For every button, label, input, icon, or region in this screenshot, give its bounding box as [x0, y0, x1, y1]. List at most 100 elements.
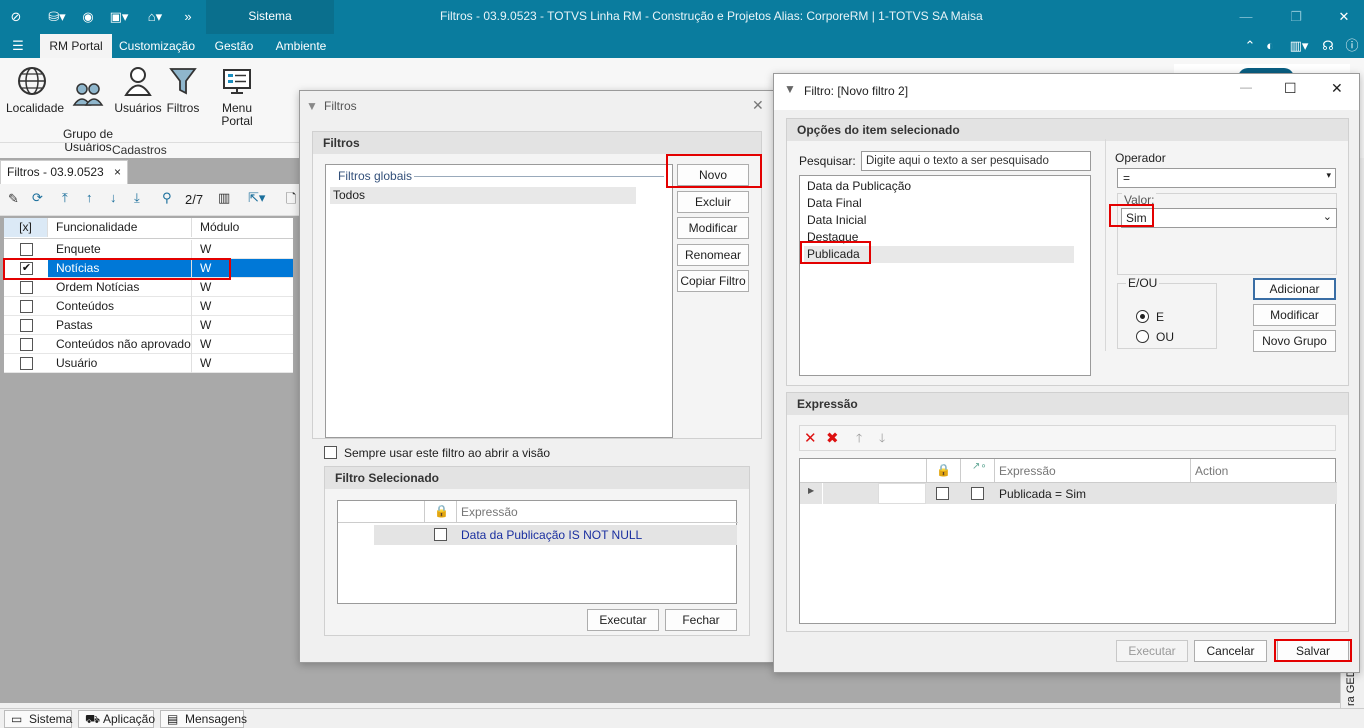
- arrow-down-icon[interactable]: ↓: [110, 190, 117, 205]
- status-tab-mensagens[interactable]: ▤ Mensagens: [160, 710, 247, 728]
- close-icon[interactable]: ✕: [752, 97, 764, 114]
- adicionar-button[interactable]: Adicionar: [1253, 278, 1336, 300]
- header-select[interactable]: [x]: [4, 218, 48, 237]
- table-row[interactable]: Conteúdos W: [4, 297, 293, 316]
- minimize-icon[interactable]: —: [1240, 80, 1252, 94]
- maximize-icon[interactable]: ☐: [1284, 80, 1297, 97]
- modificar-button[interactable]: Modificar: [677, 217, 749, 239]
- chevron-up-icon[interactable]: ⌃: [1242, 38, 1258, 54]
- delete-icon[interactable]: ✕: [804, 429, 817, 447]
- close-icon[interactable]: ✕: [1331, 80, 1343, 97]
- screen-icon[interactable]: ▣▾: [106, 9, 132, 25]
- table-row[interactable]: Ordem Notícias W: [4, 278, 293, 297]
- row-checkbox[interactable]: [20, 281, 33, 294]
- row-checkbox[interactable]: [20, 319, 33, 332]
- delete-all-icon[interactable]: ✖: [826, 429, 839, 447]
- always-use-checkbox[interactable]: [324, 446, 337, 459]
- expr-header: Expressão: [999, 464, 1056, 478]
- last-icon[interactable]: ⤓: [134, 190, 140, 206]
- first-icon[interactable]: ⤒: [62, 190, 68, 206]
- cancelar-button[interactable]: Cancelar: [1194, 640, 1267, 662]
- row-checkbox[interactable]: ✔: [20, 262, 33, 275]
- ribbon-usuarios-button[interactable]: Usuários: [114, 66, 162, 115]
- field-item[interactable]: Destaque: [804, 229, 1074, 246]
- table-row[interactable]: ✔ Notícias W: [4, 259, 293, 278]
- view-icon[interactable]: ◉: [80, 9, 96, 25]
- filter-item-todos[interactable]: Todos: [330, 187, 636, 204]
- more-icon[interactable]: »: [180, 9, 196, 25]
- expr-cell[interactable]: [878, 483, 926, 504]
- status-tab-aplicacao[interactable]: ⛟ Aplicação: [78, 710, 155, 728]
- close-icon[interactable]: ✕: [1336, 9, 1352, 25]
- home-icon[interactable]: ⌂▾: [142, 9, 168, 25]
- menu-ambiente[interactable]: Ambiente: [270, 34, 332, 58]
- document-icon[interactable]: 🗋: [286, 190, 296, 212]
- network-icon[interactable]: ⛁▾: [44, 9, 70, 25]
- close-tab-icon[interactable]: ×: [114, 161, 121, 183]
- minimize-icon[interactable]: —: [1238, 9, 1254, 25]
- executar-button[interactable]: Executar: [587, 609, 659, 631]
- search-icon[interactable]: ⚲: [162, 190, 172, 206]
- salvar-button[interactable]: Salvar: [1277, 640, 1349, 662]
- info-icon[interactable]: ⓘ: [1344, 38, 1360, 54]
- executar-button[interactable]: Executar: [1116, 640, 1188, 662]
- table-row[interactable]: Usuário W: [4, 354, 293, 373]
- operator-select[interactable]: = ▾: [1117, 168, 1336, 188]
- ribbon-menu-portal-button[interactable]: Menu Portal: [206, 66, 268, 128]
- lock-checkbox[interactable]: [434, 528, 447, 541]
- export-icon[interactable]: ⇱▾: [248, 190, 265, 206]
- system-tab[interactable]: Sistema: [206, 0, 334, 34]
- layout-columns-icon[interactable]: ▥: [218, 190, 230, 206]
- field-item[interactable]: Data da Publicação: [804, 178, 1074, 195]
- novo-button[interactable]: Novo: [677, 164, 749, 186]
- value-select[interactable]: Sim ⌄: [1121, 208, 1337, 228]
- arrow-down-icon[interactable]: 🡓: [879, 429, 885, 450]
- modificar-button[interactable]: Modificar: [1253, 304, 1336, 326]
- table-row[interactable]: Pastas W: [4, 316, 293, 335]
- field-item[interactable]: Publicada: [804, 246, 1074, 263]
- row-checkbox[interactable]: [20, 243, 33, 256]
- field-item[interactable]: Data Final: [804, 195, 1074, 212]
- globe-small-icon[interactable]: ◐: [1262, 38, 1278, 54]
- restore-icon[interactable]: ❐: [1288, 9, 1304, 25]
- ribbon-localidade-button[interactable]: Localidade: [6, 66, 64, 115]
- copiar-filtro-button[interactable]: Copiar Filtro: [677, 270, 749, 292]
- row-select-cell: [4, 335, 48, 354]
- menu-customizacao[interactable]: Customização: [116, 34, 198, 58]
- header-modulo[interactable]: Módulo: [196, 218, 293, 237]
- search-input[interactable]: Digite aqui o texto a ser pesquisado: [861, 151, 1091, 171]
- lock-checkbox[interactable]: [936, 487, 949, 500]
- edit-icon[interactable]: ✎: [8, 191, 19, 207]
- row-checkbox[interactable]: [20, 300, 33, 313]
- table-row[interactable]: Enquete W: [4, 240, 293, 259]
- ribbon-grupo-usuarios-button[interactable]: Grupo de Usuários: [62, 66, 114, 154]
- menu-rm-portal[interactable]: RM Portal: [40, 34, 112, 58]
- field-item[interactable]: Data Inicial: [804, 212, 1074, 229]
- arrow-up-icon[interactable]: ↑: [86, 190, 93, 205]
- expr-row[interactable]: ▶ Publicada = Sim: [800, 483, 1337, 504]
- status-tab-sistema[interactable]: ▭ Sistema: [4, 710, 72, 728]
- hamburger-icon[interactable]: ☰: [10, 38, 26, 54]
- headset-icon[interactable]: ☊: [1320, 38, 1336, 54]
- tab-filtros[interactable]: Filtros - 03.9.0523 ×: [0, 160, 128, 184]
- refresh-icon[interactable]: ⟳: [32, 190, 43, 206]
- ged-vertical-label[interactable]: ra GED: [1345, 669, 1357, 706]
- excluir-button[interactable]: Excluir: [677, 191, 749, 213]
- layout-icon[interactable]: ▥▾: [1286, 38, 1312, 54]
- table-row[interactable]: Conteúdos não aprovados W: [4, 335, 293, 354]
- row-checkbox[interactable]: [20, 357, 33, 370]
- radio-ou[interactable]: [1136, 330, 1149, 343]
- header-funcionalidade[interactable]: Funcionalidade: [52, 218, 192, 237]
- group-checkbox[interactable]: [971, 487, 984, 500]
- ribbon-filtros-button[interactable]: Filtros: [164, 66, 202, 115]
- renomear-button[interactable]: Renomear: [677, 244, 749, 266]
- novo-grupo-button[interactable]: Novo Grupo: [1253, 330, 1336, 352]
- arrow-up-icon[interactable]: 🡑: [856, 429, 862, 450]
- row-checkbox[interactable]: [20, 338, 33, 351]
- radio-e[interactable]: [1136, 310, 1149, 323]
- expr-row[interactable]: Data da Publicação IS NOT NULL: [374, 525, 737, 545]
- divider: [822, 483, 823, 504]
- fechar-button[interactable]: Fechar: [665, 609, 737, 631]
- totvs-logo-icon[interactable]: ⊘: [8, 9, 24, 25]
- menu-gestao[interactable]: Gestão: [208, 34, 260, 58]
